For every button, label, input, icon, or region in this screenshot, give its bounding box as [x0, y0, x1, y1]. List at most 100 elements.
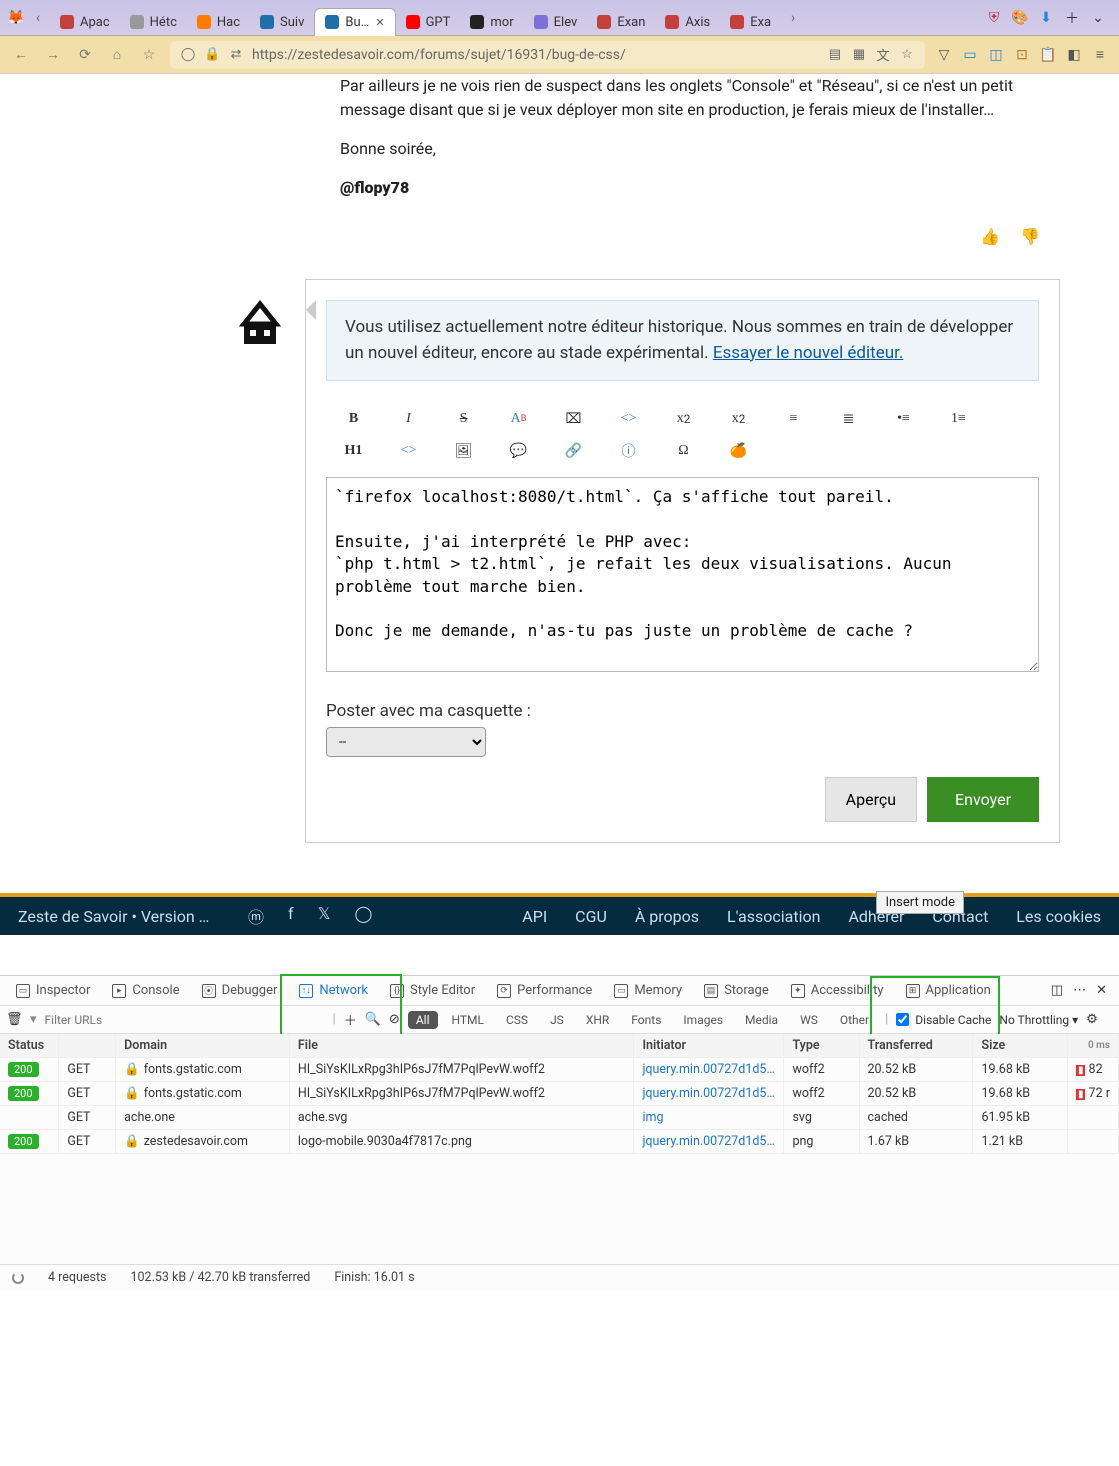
browser-tab[interactable]: Bu…✕ [314, 8, 395, 36]
firefox-icon[interactable]: 🦊 [6, 8, 26, 28]
heading-button[interactable]: H1 [326, 435, 381, 467]
github-icon[interactable]: ◯ [354, 904, 372, 928]
align-justify-button[interactable]: ≣ [821, 403, 876, 435]
browser-tab[interactable]: Hétc [120, 9, 187, 36]
filter-funnel-icon[interactable]: ▾ [30, 1012, 37, 1027]
footer-link[interactable]: Les cookies [1016, 907, 1101, 926]
table-row[interactable]: 200GET🔒fonts.gstatic.comHI_SiYsKILxRpg3h… [0, 1058, 1119, 1082]
dt-tab-debugger[interactable]: ⦿Debugger [192, 976, 288, 1005]
dt-tab-memory[interactable]: ▭Memory [604, 976, 692, 1005]
filter-chip[interactable]: WS [792, 1011, 826, 1029]
back-button[interactable]: ← [10, 44, 32, 66]
send-button[interactable]: Envoyer [927, 777, 1039, 822]
url-input[interactable]: ◯ 🔒 ⇄ https://zestedesavoir.com/forums/s… [170, 41, 925, 69]
message-textarea[interactable] [326, 477, 1039, 672]
dt-tab-console[interactable]: ▸Console [102, 976, 189, 1005]
column-header[interactable]: 0 ms [1067, 1034, 1118, 1058]
superscript-button[interactable]: x2 [656, 403, 711, 435]
code-block-button[interactable]: <> [381, 435, 436, 467]
omega-button[interactable]: Ω [656, 435, 711, 467]
browser-tab[interactable]: Exa [720, 9, 781, 36]
devtools-close-icon[interactable]: ✕ [1096, 983, 1107, 998]
table-row[interactable]: 200GET🔒zestedesavoir.comlogo-mobile.9030… [0, 1130, 1119, 1154]
align-left-button[interactable]: ≡ [766, 403, 821, 435]
image-button[interactable]: 🖼 [436, 435, 491, 467]
filter-chip[interactable]: Media [737, 1011, 786, 1029]
thumbs-down-icon[interactable]: 👎 [1020, 225, 1040, 249]
column-header[interactable]: Type [784, 1034, 859, 1058]
code-inline-button[interactable]: <> [601, 403, 656, 435]
expand-tabs-icon[interactable]: ⌄ [1089, 9, 1107, 27]
footer-link[interactable]: API [522, 907, 547, 926]
browser-tab[interactable]: Hac [187, 9, 250, 36]
ul-button[interactable]: •≡ [876, 403, 931, 435]
filter-chip[interactable]: Fonts [623, 1011, 669, 1029]
filter-chip[interactable]: CSS [498, 1011, 536, 1029]
table-row[interactable]: GETache.oneache.svgimgsvgcached61.95 kB [0, 1106, 1119, 1130]
clem-button[interactable]: 🍊 [711, 435, 766, 467]
browser-tab[interactable]: Apac [50, 9, 120, 36]
reader-icon[interactable]: ▤ [827, 47, 843, 62]
footer-link[interactable]: CGU [575, 907, 607, 926]
devtools-dock-icon[interactable]: ◫ [1051, 983, 1063, 998]
ublock-icon[interactable]: ⛨ [985, 9, 1003, 27]
reload-button[interactable]: ⟳ [74, 44, 96, 66]
filter-chip[interactable]: Images [675, 1011, 731, 1029]
extension-icon[interactable]: 🎨 [1011, 9, 1029, 27]
casquette-select[interactable]: -- [326, 727, 486, 757]
star-icon[interactable]: ☆ [899, 47, 915, 62]
preview-button[interactable]: Aperçu [825, 777, 917, 822]
forward-button[interactable]: → [42, 44, 64, 66]
clear-requests-button[interactable]: 🗑 [6, 1012, 22, 1027]
italic-button[interactable]: I [381, 403, 436, 435]
browser-tab[interactable]: Exan [587, 9, 655, 36]
footer-link[interactable]: À propos [635, 907, 699, 926]
filter-chip[interactable]: All [408, 1011, 438, 1029]
sidebar-icon[interactable]: ◧ [1065, 46, 1083, 64]
subscript-button[interactable]: x2 [711, 403, 766, 435]
column-header[interactable]: Initiator [634, 1034, 784, 1058]
column-header[interactable]: Size [973, 1034, 1067, 1058]
tool3-icon[interactable]: ◫ [987, 46, 1005, 64]
settings-gear-icon[interactable]: ⚙ [1086, 1012, 1098, 1027]
ol-button[interactable]: 1≡ [931, 403, 986, 435]
info-button[interactable]: ⓘ [601, 435, 656, 467]
filter-chip[interactable]: HTML [444, 1011, 493, 1029]
table-row[interactable]: 200GET🔒fonts.gstatic.comHI_SiYsKILxRpg3h… [0, 1082, 1119, 1106]
downloads-button[interactable]: ☆ [138, 44, 160, 66]
pocket-icon[interactable]: ▽ [935, 46, 953, 64]
keyboard-button[interactable]: ⌧ [546, 403, 601, 435]
column-header[interactable]: Domain [116, 1034, 290, 1058]
bold-button[interactable]: B [326, 403, 381, 435]
link-button[interactable]: 🔗 [546, 435, 601, 467]
browser-tab[interactable]: Elev [524, 9, 588, 36]
close-tab-icon[interactable]: ✕ [375, 16, 384, 29]
dt-tab-perf[interactable]: ⟳Performance [487, 976, 602, 1005]
filter-chip[interactable]: JS [542, 1011, 572, 1029]
home-button[interactable]: ⌂ [106, 44, 128, 66]
tab-scroll-left[interactable]: ‹ [28, 8, 48, 28]
browser-tab[interactable]: mor [460, 9, 523, 36]
abbr-button[interactable]: AB [491, 403, 546, 435]
thumbs-up-icon[interactable]: 👍 [980, 225, 1000, 249]
twitter-icon[interactable]: 𝕏 [318, 904, 331, 928]
strike-button[interactable]: S [436, 403, 491, 435]
dt-tab-storage[interactable]: ▤Storage [694, 976, 779, 1005]
footer-link[interactable]: L'association [727, 907, 820, 926]
dt-tab-inspector[interactable]: ▭Inspector [6, 976, 100, 1005]
translate-icon[interactable]: 文 [875, 45, 891, 64]
facebook-icon[interactable]: f [288, 904, 294, 928]
column-header[interactable]: Transferred [859, 1034, 973, 1058]
filter-chip[interactable]: XHR [578, 1011, 617, 1029]
banner-link[interactable]: Essayer le nouvel éditeur. [713, 343, 903, 363]
throttling-select[interactable]: No Throttling ▾ [999, 1013, 1078, 1027]
column-header[interactable] [59, 1034, 116, 1058]
download-icon[interactable]: ⬇ [1037, 9, 1055, 27]
quote-button[interactable]: 💬 [491, 435, 546, 467]
browser-tab[interactable]: Suiv [250, 9, 314, 36]
column-header[interactable]: File [289, 1034, 634, 1058]
browser-tab[interactable]: GPT [396, 9, 461, 36]
tool2-icon[interactable]: ▭ [961, 46, 979, 64]
menu-icon[interactable]: ≡ [1091, 46, 1109, 64]
browser-tab[interactable]: Axis [655, 9, 720, 36]
